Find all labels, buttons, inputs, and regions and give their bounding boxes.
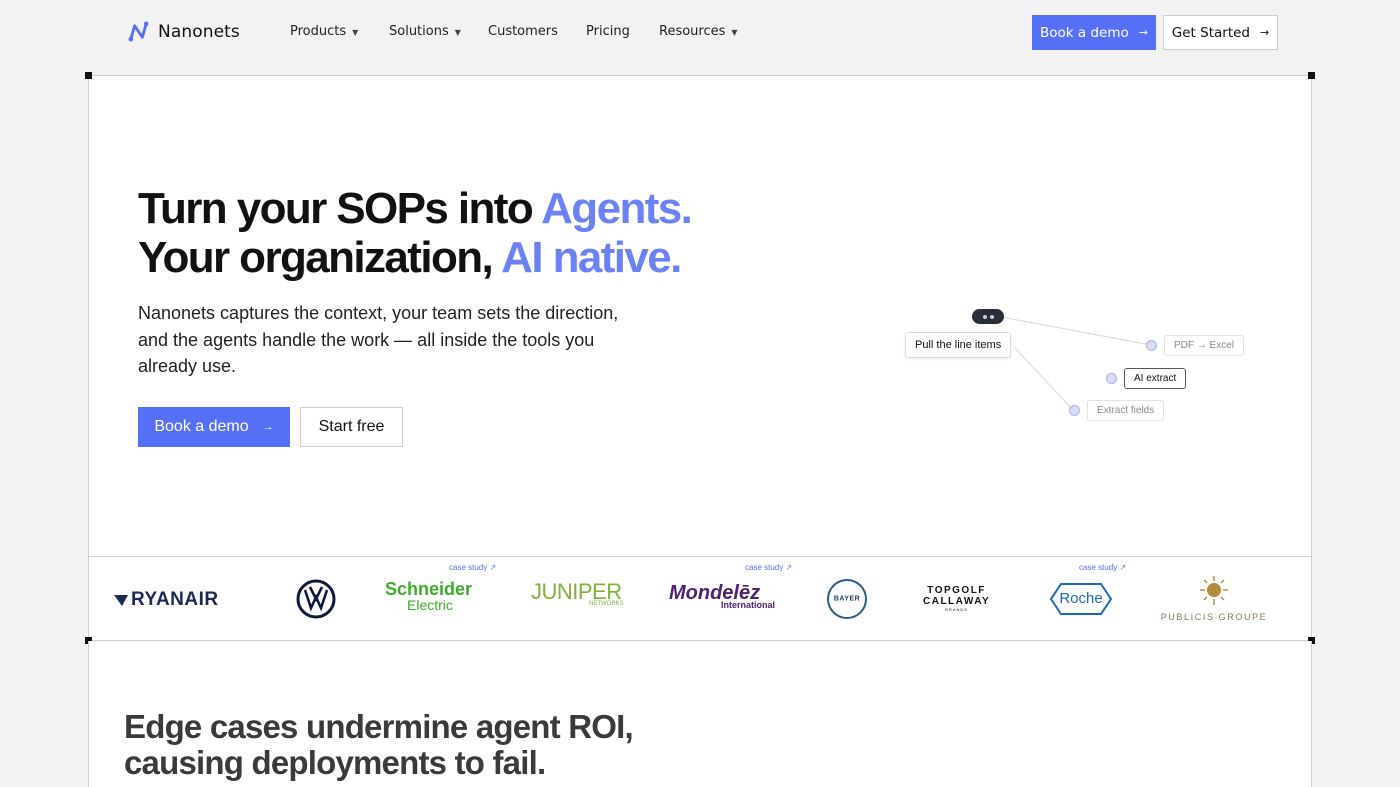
chevron-down-icon: ▼: [454, 28, 461, 37]
juniper-wordmark: JUNIPER: [531, 579, 622, 604]
get-started-button[interactable]: Get Started →: [1163, 15, 1278, 50]
nav-item-label: Products: [290, 24, 347, 39]
node-dot: [1106, 373, 1117, 384]
nav-item-resources[interactable]: Resources ▼: [659, 24, 738, 39]
nav-item-pricing[interactable]: Pricing: [586, 24, 630, 39]
chevron-down-icon: ▼: [731, 28, 738, 37]
section-heading-line2: causing deployments to fail.: [124, 744, 546, 781]
nav-item-products[interactable]: Products ▼: [290, 24, 358, 39]
frame-corner-marker: [85, 72, 92, 79]
hero-book-demo-label: Book a demo: [154, 418, 249, 435]
publicis-lion-icon: [1200, 576, 1228, 605]
electric-wordmark: Electric: [407, 597, 453, 613]
bayer-logo: BAYER: [827, 579, 867, 619]
case-study-link[interactable]: case study ↗: [1079, 563, 1126, 572]
edge-cases-section: Edge cases undermine agent ROI, causing …: [88, 641, 1312, 787]
ryanair-harp-icon: [114, 595, 128, 606]
roche-logo: Roche: [1049, 582, 1113, 621]
arrow-right-icon: →: [1138, 26, 1148, 39]
node-chip-pdf-excel: PDF → Excel: [1164, 335, 1245, 356]
arrow-right-icon: →: [262, 421, 274, 433]
headline-line1-accent: Agents.: [541, 184, 693, 233]
brands-text: BRANDS: [945, 607, 968, 612]
case-study-link[interactable]: case study ↗: [449, 563, 496, 572]
nav-item-label: Pricing: [586, 24, 630, 39]
top-navigation: Nanonets Products ▼ Solutions ▼ Customers …: [0, 0, 1400, 64]
hero-headline: Turn your SOPs into Agents. Your organiz…: [138, 184, 693, 282]
prompt-chip: Pull the line items: [905, 332, 1012, 358]
section-heading: Edge cases undermine agent ROI, causing …: [124, 708, 634, 781]
ryanair-wordmark: RYANAIR: [131, 589, 219, 610]
nav-item-label: Solutions: [389, 24, 449, 39]
volkswagen-logo: VW: [296, 579, 336, 624]
start-free-button[interactable]: Start free: [300, 407, 403, 447]
hero-subtext: Nanonets captures the context, your team…: [138, 303, 619, 376]
topgolf-callaway-logo: TOPGOLF CALLAWAY BRANDS: [923, 585, 990, 612]
callaway-wordmark: CALLAWAY: [923, 596, 991, 607]
chevron-down-icon: ▼: [352, 28, 359, 37]
section-heading-line1: Edge cases undermine agent ROI,: [124, 708, 634, 745]
schneider-electric-logo: Schneider Electric: [385, 579, 473, 613]
book-demo-label: Book a demo: [1040, 24, 1129, 41]
agent-cursor-pill: [972, 309, 1004, 324]
bayer-wordmark: BAYER: [833, 595, 861, 603]
ryanair-logo: RYANAIR: [113, 589, 219, 611]
juniper-logo: JUNIPER NETWORKS: [531, 579, 624, 608]
mondelez-logo: Mondelēz International: [669, 582, 775, 610]
hero-book-demo-button[interactable]: Book a demo →: [138, 407, 290, 447]
nav-item-customers[interactable]: Customers: [488, 24, 558, 39]
nav-item-label: Resources: [659, 24, 726, 39]
headline-line2-accent: AI native.: [501, 233, 682, 282]
arrow-right-icon: →: [1260, 26, 1270, 39]
mondelez-wordmark: Mondelēz: [669, 582, 761, 604]
case-study-link[interactable]: case study ↗: [745, 563, 792, 572]
node-chip-extract-fields: Extract fields: [1087, 400, 1165, 421]
publicis-wordmark: PUBLICIS GROUPE: [1160, 612, 1268, 622]
book-demo-button[interactable]: Book a demo →: [1032, 15, 1156, 50]
publicis-groupe-logo: PUBLICIS GROUPE: [1160, 575, 1268, 622]
headline-line1-plain: Turn your SOPs into: [138, 184, 542, 233]
bayer-cross-icon: BAYER: [827, 579, 867, 619]
hero-section: Turn your SOPs into Agents. Your organiz…: [85, 72, 1315, 644]
vw-emblem-icon: [296, 579, 336, 619]
customer-logo-strip: case study ↗ case study ↗ case study ↗ R…: [89, 556, 1311, 641]
frame-corner-marker: [1308, 72, 1315, 79]
node-dot: [1146, 340, 1157, 351]
headline-line2-plain: Your organization,: [138, 233, 502, 282]
node-chip-ai-extract: AI extract: [1124, 368, 1187, 389]
roche-wordmark: Roche: [1059, 590, 1103, 607]
start-free-label: Start free: [318, 418, 385, 435]
node-dot: [1069, 405, 1080, 416]
nav-item-label: Customers: [488, 24, 558, 39]
nav-item-solutions[interactable]: Solutions ▼: [389, 24, 461, 39]
get-started-label: Get Started: [1171, 24, 1250, 41]
schneider-wordmark: Schneider: [385, 579, 473, 599]
topgolf-wordmark: TOPGOLF: [927, 585, 986, 596]
